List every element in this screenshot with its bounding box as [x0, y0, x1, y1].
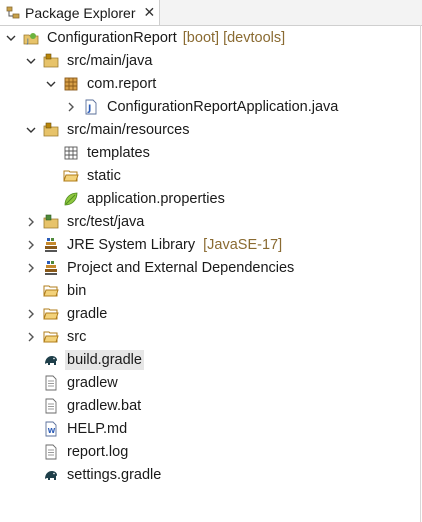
tree-item-report-log[interactable]: report.log	[0, 440, 422, 463]
tree-item-templates[interactable]: templates	[0, 141, 422, 164]
tab-title: Package Explorer	[25, 4, 136, 21]
svg-text:J: J	[26, 38, 29, 45]
tree-item-help-md[interactable]: W HELP.md	[0, 417, 422, 440]
jre-decoration: [JavaSE-17]	[203, 236, 283, 253]
tree-label: src/main/resources	[67, 121, 190, 138]
tree-item-gradlew-bat[interactable]: gradlew.bat	[0, 394, 422, 417]
chevron-down-icon[interactable]	[24, 54, 38, 68]
tree-label: bin	[67, 282, 87, 299]
tree-item-settings-gradle[interactable]: settings.gradle	[0, 463, 422, 486]
tree-label: src/test/java	[67, 213, 145, 230]
tree-item-static[interactable]: static	[0, 164, 422, 187]
tree-item-bin[interactable]: bin	[0, 279, 422, 302]
tree-label: gradlew.bat	[67, 397, 142, 414]
tree-item-gradle-folder[interactable]: gradle	[0, 302, 422, 325]
tree-label: ConfigurationReportApplication.java	[107, 98, 339, 115]
library-icon	[45, 260, 57, 275]
tree-item-application-properties[interactable]: application.properties	[0, 187, 422, 210]
tree-item-com-report[interactable]: com.report	[0, 72, 422, 95]
package-icon	[64, 77, 78, 90]
chevron-down-icon[interactable]	[4, 31, 18, 45]
tree-label: src	[67, 328, 87, 345]
tree-item-dependencies[interactable]: Project and External Dependencies	[0, 256, 422, 279]
java-file-icon: J	[85, 99, 97, 114]
spring-leaf-icon	[64, 192, 78, 205]
tree-item-app-java[interactable]: J ConfigurationReportApplication.java	[0, 95, 422, 118]
tree-item-jre-library[interactable]: JRE System Library [JavaSE-17]	[0, 233, 422, 256]
gradle-elephant-icon	[45, 470, 57, 480]
chevron-down-icon[interactable]	[44, 77, 58, 91]
test-source-folder-icon	[43, 214, 59, 228]
tree-label: build.gradle	[65, 349, 144, 370]
svg-text:W: W	[48, 427, 56, 435]
chevron-right-icon[interactable]	[24, 330, 38, 344]
tree-item-project[interactable]: J ConfigurationReport [boot] [devtools]	[0, 26, 422, 49]
chevron-right-icon[interactable]	[24, 261, 38, 275]
tree-label: templates	[87, 144, 150, 161]
tree-item-src-main-java[interactable]: src/main/java	[0, 49, 422, 72]
library-icon	[45, 237, 57, 252]
tree-label: HELP.md	[67, 420, 128, 437]
tree-label: com.report	[87, 75, 157, 92]
folder-icon	[63, 170, 79, 181]
tree-item-build-gradle[interactable]: build.gradle	[0, 348, 422, 371]
tree-item-src-folder[interactable]: src	[0, 325, 422, 348]
close-icon[interactable]: ✕	[144, 4, 156, 21]
source-folder-icon	[43, 122, 59, 136]
tree-label: gradle	[67, 305, 108, 322]
tree-item-gradlew[interactable]: gradlew	[0, 371, 422, 394]
tree-label: JRE System Library	[67, 236, 196, 253]
folder-icon	[43, 331, 59, 342]
tree-label: src/main/java	[67, 52, 153, 69]
gradle-elephant-icon	[45, 355, 57, 365]
tree-label: report.log	[67, 443, 129, 460]
tree-label: Project and External Dependencies	[67, 259, 295, 276]
svg-text:J: J	[87, 104, 91, 114]
project-decoration: [boot] [devtools]	[182, 29, 286, 46]
chevron-right-icon[interactable]	[64, 100, 78, 114]
empty-package-icon	[64, 146, 78, 159]
markdown-file-icon: W	[45, 421, 57, 436]
folder-icon	[43, 285, 59, 296]
tree-label: settings.gradle	[67, 466, 162, 483]
text-file-icon	[45, 398, 57, 413]
folder-icon	[43, 308, 59, 319]
tree-item-src-main-resources[interactable]: src/main/resources	[0, 118, 422, 141]
package-explorer-icon	[6, 6, 20, 18]
text-file-icon	[45, 375, 57, 390]
tab-package-explorer[interactable]: Package Explorer ✕	[0, 0, 160, 25]
project-name: ConfigurationReport	[47, 29, 177, 46]
tree-label: application.properties	[87, 190, 225, 207]
chevron-right-icon[interactable]	[24, 307, 38, 321]
chevron-down-icon[interactable]	[24, 123, 38, 137]
text-file-icon	[45, 444, 57, 459]
view-tab-bar: Package Explorer ✕	[0, 0, 422, 26]
source-folder-icon	[43, 53, 59, 67]
tree-item-src-test-java[interactable]: src/test/java	[0, 210, 422, 233]
chevron-right-icon[interactable]	[24, 215, 38, 229]
tree-label: static	[87, 167, 121, 184]
tree-label: gradlew	[67, 374, 118, 391]
chevron-right-icon[interactable]	[24, 238, 38, 252]
project-icon: J	[23, 32, 39, 45]
